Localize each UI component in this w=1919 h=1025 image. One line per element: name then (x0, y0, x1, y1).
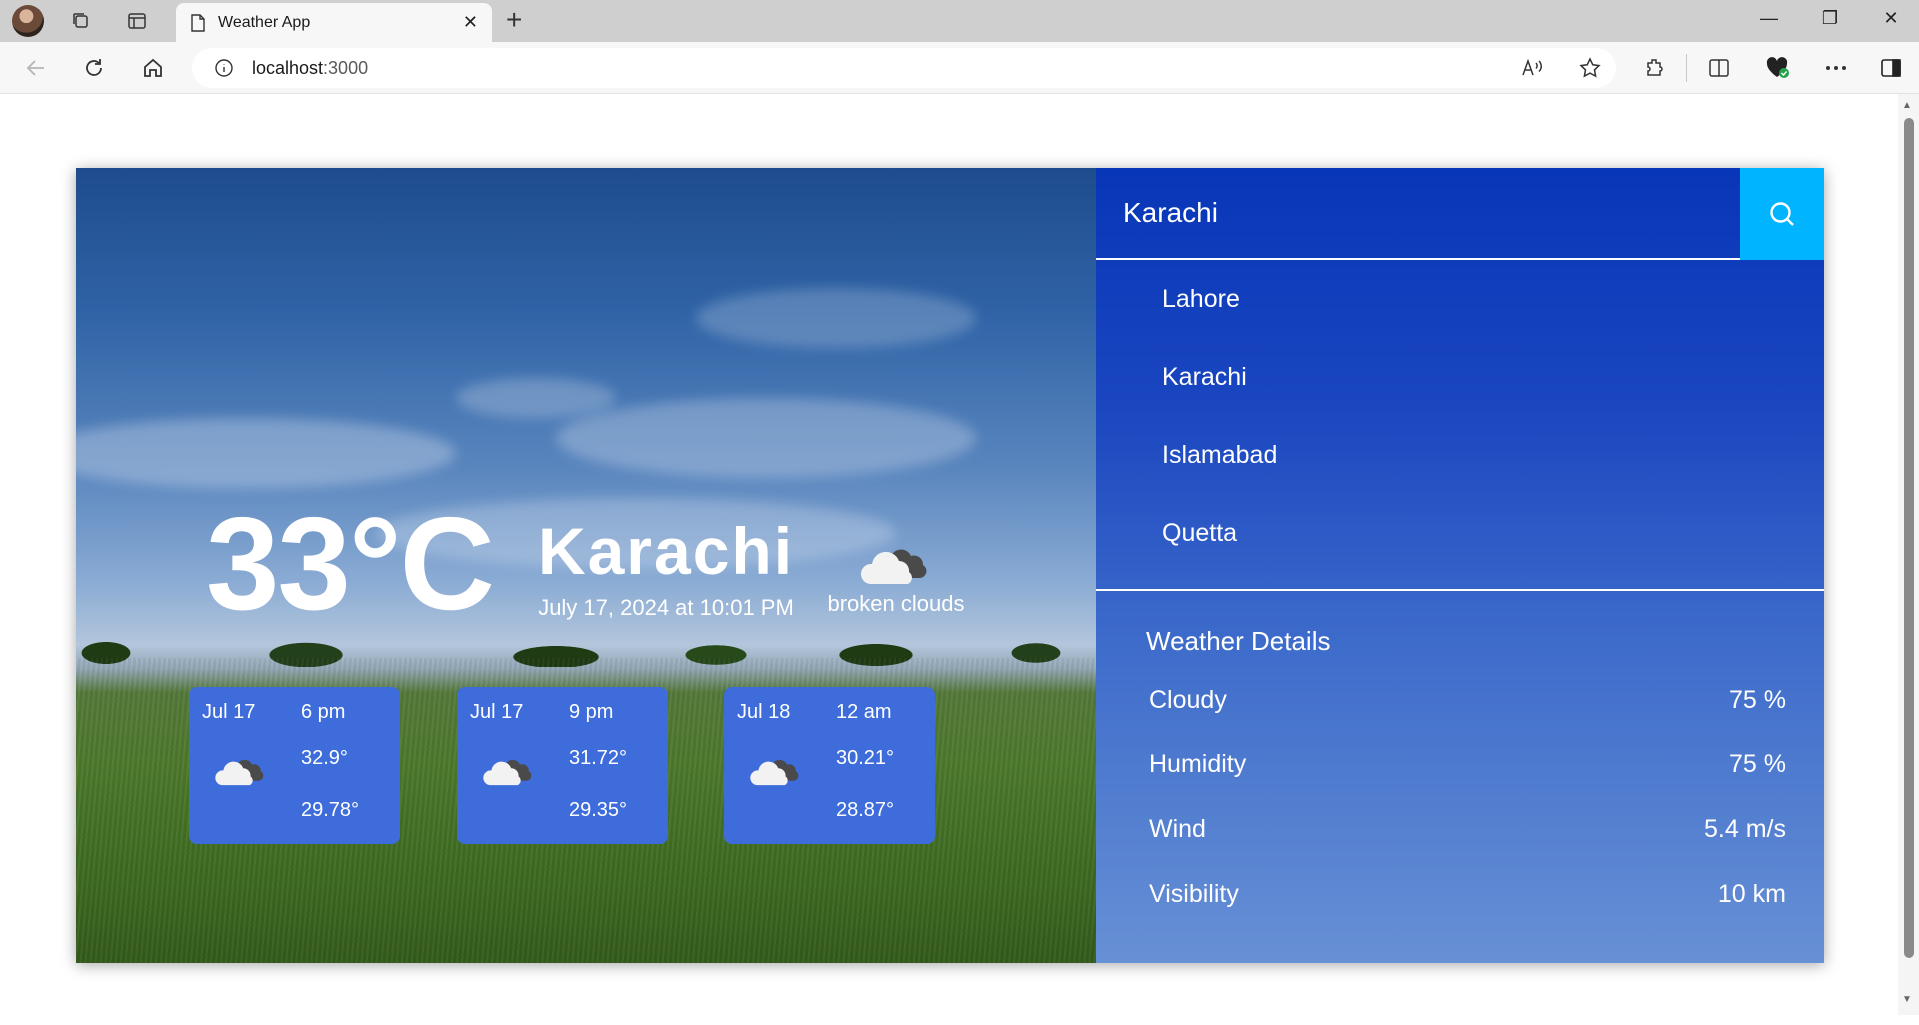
current-datetime: July 17, 2024 at 10:01 PM (538, 595, 794, 620)
forecast-low: 28.87° (836, 799, 895, 821)
browser-tab-bar: Weather App ✕ + — ❐ ✕ (0, 0, 1919, 42)
detail-label: Wind (1149, 815, 1206, 843)
browser-essentials-icon[interactable] (1764, 54, 1792, 82)
forecast-card: Jul 17 6 pm 32.9° 29.78° (189, 687, 400, 844)
detail-label: Visibility (1149, 880, 1239, 908)
weather-app-card: 33°C Karachi July 17, 2024 at 10:01 PM b… (76, 168, 1824, 963)
city-item-quetta[interactable]: Quetta (1096, 494, 1824, 572)
search-row (1096, 168, 1824, 260)
home-icon[interactable] (139, 54, 167, 82)
address-bar[interactable]: localhost:3000 (192, 48, 1616, 88)
cloud-shape (696, 288, 976, 348)
new-tab-icon[interactable]: + (506, 6, 522, 34)
scroll-thumb[interactable] (1904, 118, 1914, 958)
forecast-card: Jul 17 9 pm 31.72° 29.35° (457, 687, 668, 844)
city-item-lahore[interactable]: Lahore (1096, 260, 1824, 338)
city-search-input[interactable] (1096, 168, 1740, 258)
search-button[interactable] (1740, 168, 1824, 260)
tab-title: Weather App (218, 13, 311, 31)
refresh-icon[interactable] (80, 54, 108, 82)
toolbar-separator (1686, 54, 1687, 82)
detail-label: Cloudy (1149, 686, 1227, 714)
detail-label: Humidity (1149, 750, 1247, 778)
forecast-high: 32.9° (301, 747, 348, 769)
url-text: localhost:3000 (252, 57, 369, 78)
forecast-time: 12 am (836, 701, 892, 723)
split-screen-icon[interactable] (1705, 54, 1733, 82)
site-info-icon[interactable] (214, 58, 234, 78)
detail-value: 10 km (1717, 880, 1786, 908)
favorite-star-icon[interactable] (1576, 54, 1604, 82)
workspaces-icon[interactable] (68, 9, 94, 33)
detail-value: 5.4 m/s (1704, 815, 1786, 843)
forecast-time: 9 pm (569, 701, 614, 723)
forecast-date: Jul 17 (202, 701, 256, 723)
read-aloud-icon[interactable] (1518, 54, 1546, 82)
forecast-date: Jul 18 (737, 701, 791, 723)
page-scrollbar[interactable]: ▲ ▼ (1898, 94, 1919, 1015)
tab-weather-app[interactable]: Weather App ✕ (176, 3, 492, 42)
forecast-date: Jul 17 (470, 701, 524, 723)
forecast-high: 31.72° (569, 747, 628, 769)
minimize-icon[interactable]: — (1754, 8, 1784, 29)
page-icon (191, 13, 205, 32)
current-temperature: 33°C (206, 490, 495, 637)
tab-actions-icon[interactable] (124, 9, 150, 33)
city-item-karachi[interactable]: Karachi (1096, 338, 1824, 416)
current-city: Karachi (537, 514, 795, 588)
back-icon[interactable] (22, 54, 50, 82)
broken-clouds-icon (860, 549, 927, 584)
detail-value: 75 % (1729, 686, 1786, 714)
profile-avatar[interactable] (12, 5, 44, 37)
forecast-time: 6 pm (301, 701, 346, 723)
city-item-islamabad[interactable]: Islamabad (1096, 416, 1824, 494)
extensions-icon[interactable] (1641, 54, 1669, 82)
detail-row-humidity: Humidity 75 % (1149, 750, 1786, 779)
weather-details-title: Weather Details (1146, 626, 1331, 656)
forecast-high: 30.21° (836, 747, 895, 769)
forecast-low: 29.35° (569, 799, 628, 821)
hero-background: 33°C Karachi July 17, 2024 at 10:01 PM b… (76, 168, 1096, 963)
sidebar-toggle-icon[interactable] (1877, 54, 1905, 82)
scroll-up-icon[interactable]: ▲ (1902, 100, 1912, 111)
close-window-icon[interactable]: ✕ (1876, 8, 1906, 29)
sidebar-divider (1096, 589, 1824, 591)
detail-value: 75 % (1729, 750, 1786, 778)
detail-row-cloudy: Cloudy 75 % (1149, 686, 1786, 715)
cloud-shape (456, 378, 616, 418)
detail-row-wind: Wind 5.4 m/s (1149, 815, 1786, 844)
browser-toolbar: localhost:3000 (0, 42, 1919, 94)
broken-clouds-icon (750, 759, 799, 786)
search-icon (1770, 202, 1794, 226)
close-tab-icon[interactable]: ✕ (463, 12, 478, 33)
scroll-down-icon[interactable]: ▼ (1902, 994, 1912, 1005)
weather-sidebar: Lahore Karachi Islamabad Quetta Weather … (1096, 168, 1824, 963)
forecast-low: 29.78° (301, 799, 360, 821)
cloud-shape (556, 398, 976, 478)
cloud-shape (76, 418, 456, 488)
broken-clouds-icon (215, 759, 264, 786)
city-list: Lahore Karachi Islamabad Quetta (1096, 260, 1824, 572)
more-menu-icon[interactable] (1822, 54, 1850, 82)
broken-clouds-icon (483, 759, 532, 786)
forecast-card: Jul 18 12 am 30.21° 28.87° (724, 687, 935, 844)
restore-icon[interactable]: ❐ (1815, 8, 1845, 29)
condition-text: broken clouds (827, 591, 965, 616)
detail-row-visibility: Visibility 10 km (1149, 880, 1786, 909)
